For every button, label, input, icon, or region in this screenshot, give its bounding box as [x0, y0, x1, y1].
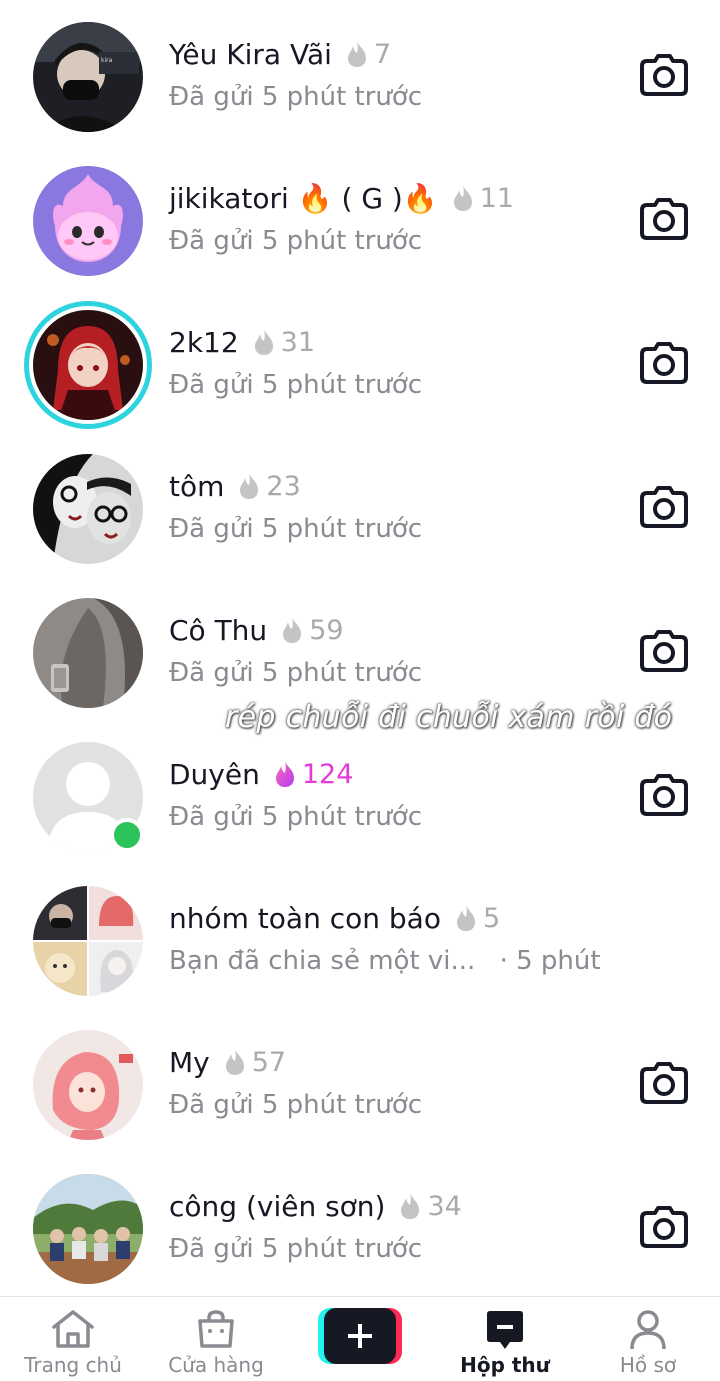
- streak-flame-hot-icon: [275, 761, 294, 787]
- contact-name: tôm: [169, 469, 225, 503]
- avatar[interactable]: [33, 166, 143, 276]
- avatar[interactable]: kira: [33, 22, 143, 132]
- tab-profile-label: Hồ sơ: [619, 1353, 677, 1377]
- streak-flame-icon: [347, 41, 366, 67]
- camera-icon[interactable]: [640, 198, 688, 240]
- conversation-row[interactable]: tôm 23 Đã gửi 5 phút trước: [0, 454, 720, 600]
- conversation-name-line: nhóm toàn con báo 5: [169, 898, 500, 938]
- avatar[interactable]: [33, 454, 143, 564]
- streak-count: 34: [427, 1190, 462, 1222]
- overlay-caption: rép chuỗi đi chuỗi xám rồi đó: [225, 700, 673, 735]
- last-message-time: · 5 phút: [499, 946, 601, 976]
- avatar[interactable]: [33, 886, 143, 996]
- conversation-name-line: tôm 23: [169, 466, 301, 506]
- conversation-row[interactable]: Duyên 124 Đã gửi 5 phút trước: [0, 742, 720, 888]
- camera-icon[interactable]: [640, 54, 688, 96]
- online-status-dot: [110, 818, 144, 852]
- streak-flame-icon: [240, 473, 259, 499]
- message-status: Đã gửi 5 phút trước: [169, 802, 423, 832]
- tab-home-label: Trang chủ: [24, 1353, 122, 1377]
- tab-inbox[interactable]: Hộp thư: [446, 1297, 564, 1381]
- streak-flame-icon: [456, 905, 475, 931]
- contact-name: My: [169, 1045, 210, 1079]
- tab-inbox-label: Hộp thư: [460, 1353, 550, 1377]
- message-status: Đã gửi 5 phút trước: [169, 658, 423, 688]
- streak-flame-icon: [401, 1193, 420, 1219]
- contact-name: Cô Thu: [169, 613, 268, 647]
- streak-count: 5: [482, 902, 501, 934]
- streak-count: 124: [301, 758, 354, 790]
- tab-profile[interactable]: Hồ sơ: [600, 1297, 696, 1381]
- camera-icon[interactable]: [640, 486, 688, 528]
- message-status: Bạn đã chia sẻ một vi... · 5 phút: [169, 946, 601, 976]
- streak-flame-icon: [283, 617, 302, 643]
- contact-name: nhóm toàn con báo: [169, 901, 441, 935]
- streak-flame-icon: [453, 185, 472, 211]
- conversation-row[interactable]: kira Yêu Kira Vãi 7 Đã gửi 5 phút trước: [0, 22, 720, 168]
- message-status: Đã gửi 5 phút trước: [169, 514, 423, 544]
- conversation-name-line: My 57: [169, 1042, 286, 1082]
- tab-home[interactable]: Trang chủ: [14, 1297, 132, 1381]
- conversation-row[interactable]: My 57 Đã gửi 5 phút trước: [0, 1030, 720, 1176]
- streak-flame-icon: [225, 1049, 244, 1075]
- inbox-icon: [487, 1311, 523, 1349]
- tab-shop[interactable]: Cửa hàng: [160, 1297, 272, 1381]
- conversation-row[interactable]: 2k12 31 Đã gửi 5 phút trước: [0, 301, 720, 456]
- shopping-bag-icon: [198, 1310, 234, 1348]
- conversation-row[interactable]: jikikatori 🔥 ( G )🔥 11 Đã gửi 5 phút trư…: [0, 166, 720, 312]
- camera-icon[interactable]: [640, 1062, 688, 1104]
- svg-text:kira: kira: [101, 57, 113, 64]
- streak-count: 31: [280, 326, 316, 358]
- camera-icon[interactable]: [640, 1206, 688, 1248]
- contact-name: Yêu Kira Vãi: [169, 37, 332, 71]
- message-status: Đã gửi 5 phút trước: [169, 370, 423, 400]
- avatar[interactable]: [33, 310, 143, 420]
- profile-icon: [630, 1310, 666, 1350]
- streak-count: 57: [251, 1046, 287, 1078]
- camera-icon[interactable]: [640, 774, 688, 816]
- contact-name: Duyên: [169, 757, 260, 791]
- camera-icon[interactable]: [640, 630, 688, 672]
- conversation-name-line: jikikatori 🔥 ( G )🔥 11: [169, 178, 514, 218]
- conversation-name-line: Yêu Kira Vãi 7: [169, 34, 391, 74]
- tab-shop-label: Cửa hàng: [168, 1353, 264, 1377]
- message-status: Đã gửi 5 phút trước: [169, 1234, 423, 1264]
- contact-name: jikikatori 🔥 ( G )🔥: [169, 181, 438, 215]
- streak-count: 23: [266, 470, 301, 502]
- streak-count: 7: [373, 38, 392, 70]
- message-status: Đã gửi 5 phút trước: [169, 82, 423, 112]
- conversation-name-line: Cô Thu 59: [169, 610, 344, 650]
- message-status: Đã gửi 5 phút trước: [169, 1090, 423, 1120]
- camera-icon[interactable]: [640, 342, 688, 384]
- avatar[interactable]: [33, 598, 143, 708]
- avatar[interactable]: [33, 1174, 143, 1284]
- conversation-name-line: Duyên 124: [169, 754, 353, 794]
- message-status: Đã gửi 5 phút trước: [169, 226, 423, 256]
- streak-flame-icon: [254, 329, 273, 355]
- contact-name: 2k12: [169, 325, 239, 359]
- avatar[interactable]: [33, 1030, 143, 1140]
- create-post-button[interactable]: [318, 1308, 402, 1364]
- streak-count: 59: [309, 614, 344, 646]
- conversation-row[interactable]: nhóm toàn con báo 5 Bạn đã chia sẻ một v…: [0, 886, 720, 1032]
- conversation-name-line: công (viên sơn) 34: [169, 1186, 462, 1226]
- conversation-name-line: 2k12 31: [169, 322, 315, 362]
- streak-count: 11: [479, 182, 515, 214]
- home-icon: [52, 1310, 94, 1348]
- contact-name: công (viên sơn): [169, 1189, 386, 1223]
- last-message-preview: Bạn đã chia sẻ một vi...: [169, 946, 476, 976]
